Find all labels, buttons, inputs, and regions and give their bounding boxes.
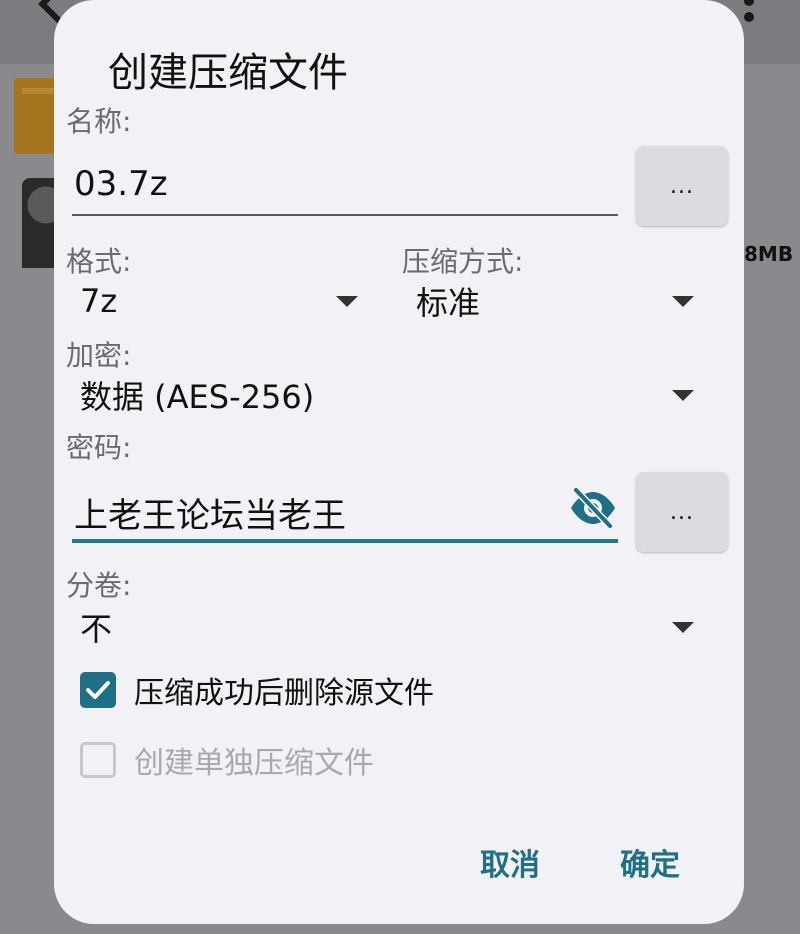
format-dropdown[interactable]: 7z bbox=[80, 276, 364, 326]
format-value: 7z bbox=[80, 282, 118, 320]
encryption-dropdown-arrow-icon bbox=[672, 390, 694, 401]
encryption-label: 加密: bbox=[66, 339, 132, 372]
method-label: 压缩方式: bbox=[402, 245, 524, 278]
name-browse-button[interactable]: ... bbox=[636, 146, 728, 226]
format-dropdown-arrow-icon bbox=[336, 296, 358, 307]
password-input[interactable]: 上老王论坛当老王 bbox=[74, 488, 346, 537]
volume-value: 不 bbox=[80, 610, 113, 648]
volume-dropdown-arrow-icon bbox=[672, 622, 694, 633]
volume-label: 分卷: bbox=[66, 569, 132, 602]
name-input[interactable]: 03.7z bbox=[74, 164, 168, 204]
delete-source-checkbox[interactable] bbox=[80, 672, 116, 708]
password-more-button[interactable]: ... bbox=[636, 472, 728, 552]
create-archive-dialog: 创建压缩文件 名称: 03.7z ... 格式: 7z 压缩方式: 标准 加密:… bbox=[54, 0, 744, 924]
separate-archives-label: 创建单独压缩文件 bbox=[134, 746, 374, 781]
separate-archives-checkbox[interactable] bbox=[80, 742, 116, 778]
separate-archives-checkbox-row[interactable]: 创建单独压缩文件 bbox=[80, 738, 374, 782]
encryption-dropdown[interactable]: 数据 (AES-256) bbox=[80, 370, 696, 420]
file-size-label: 8MB bbox=[744, 242, 794, 266]
ok-button[interactable]: 确定 bbox=[620, 840, 680, 884]
name-input-underline bbox=[72, 214, 618, 216]
delete-source-checkbox-row[interactable]: 压缩成功后删除源文件 bbox=[80, 668, 434, 712]
overflow-menu-icon[interactable] bbox=[744, 0, 756, 30]
name-label: 名称: bbox=[66, 105, 132, 138]
checkmark-icon bbox=[86, 681, 110, 699]
volume-dropdown[interactable]: 不 bbox=[80, 602, 696, 652]
password-label: 密码: bbox=[66, 431, 132, 464]
method-value: 标准 bbox=[416, 284, 481, 322]
method-dropdown-arrow-icon bbox=[672, 296, 694, 307]
dialog-title: 创建压缩文件 bbox=[108, 50, 348, 96]
cancel-button[interactable]: 取消 bbox=[480, 840, 540, 884]
method-dropdown[interactable]: 标准 bbox=[416, 276, 696, 326]
eye-off-icon[interactable] bbox=[568, 488, 618, 528]
format-label: 格式: bbox=[66, 245, 132, 278]
delete-source-label: 压缩成功后删除源文件 bbox=[134, 676, 434, 711]
password-input-underline bbox=[72, 539, 618, 543]
encryption-value: 数据 (AES-256) bbox=[80, 378, 315, 416]
